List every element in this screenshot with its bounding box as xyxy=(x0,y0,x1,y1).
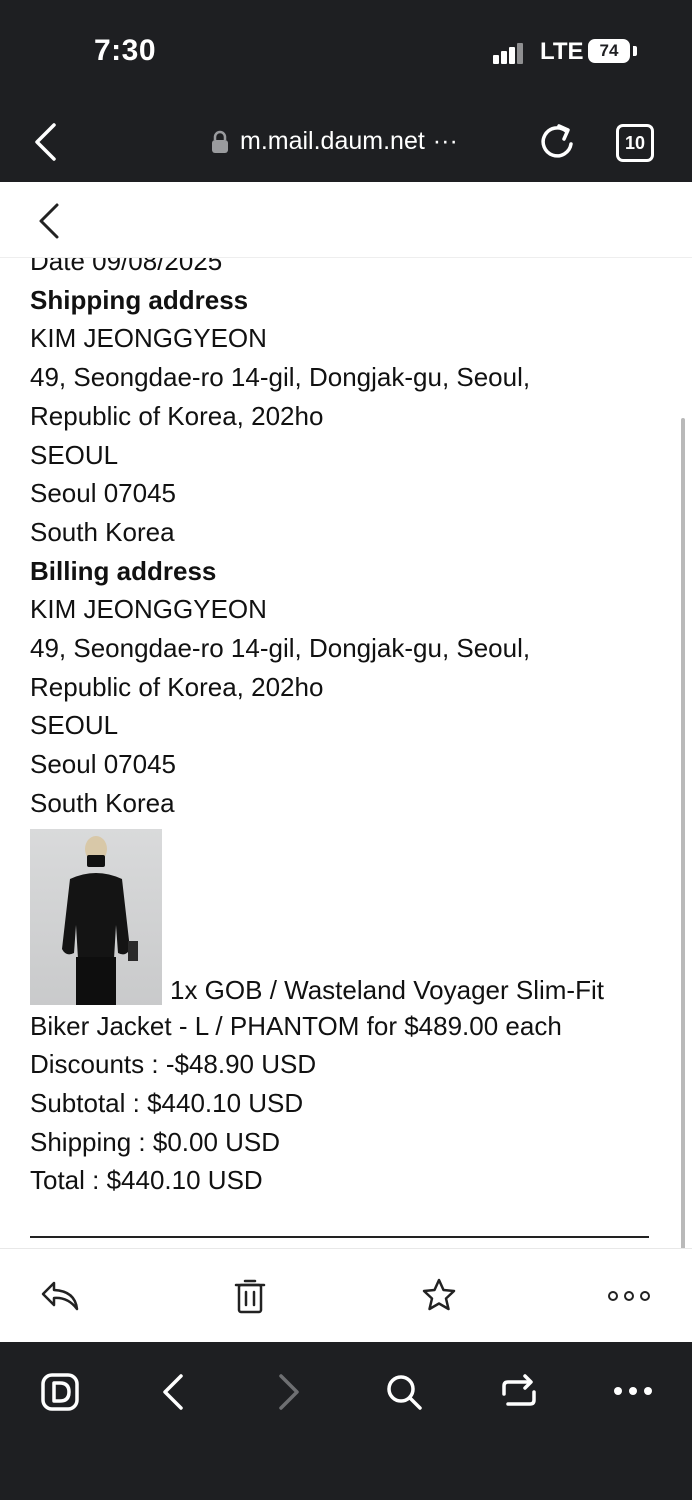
scrollbar[interactable] xyxy=(681,418,685,1256)
billing-line: KIM JEONGGYEON xyxy=(30,594,267,625)
shipping-line: 49, Seongdae-ro 14-gil, Dongjak-gu, Seou… xyxy=(30,362,531,393)
search-icon[interactable] xyxy=(384,1372,424,1412)
order-date: Date 09/08/2025 xyxy=(30,258,223,276)
billing-line: SEOUL xyxy=(30,710,119,741)
product-image[interactable] xyxy=(30,828,162,1005)
battery-icon: 74 xyxy=(588,39,630,63)
share-icon[interactable] xyxy=(498,1372,540,1412)
nav-forward-icon xyxy=(279,1374,299,1410)
billing-heading: Billing address xyxy=(30,555,217,586)
shipping-line: KIM JEONGGYEON xyxy=(30,323,267,354)
shipping-line: South Korea xyxy=(30,516,175,547)
mail-header xyxy=(0,182,692,258)
battery-nub xyxy=(633,46,637,56)
product-detail: Biker Jacket - L / PHANTOM for $489.00 e… xyxy=(30,1010,562,1041)
mail-back-icon[interactable] xyxy=(36,202,62,240)
status-bar: 7:30 LTE 74 xyxy=(0,0,692,100)
signal-icon xyxy=(493,42,525,64)
divider xyxy=(30,1236,649,1238)
lock-icon xyxy=(212,130,228,153)
subtotal-line: Subtotal : $440.10 USD xyxy=(30,1087,304,1118)
status-time: 7:30 xyxy=(94,34,157,67)
mail-action-bar xyxy=(0,1248,692,1342)
billing-line: 49, Seongdae-ro 14-gil, Dongjak-gu, Seou… xyxy=(30,633,531,664)
total-line: Total : $440.10 USD xyxy=(30,1165,263,1196)
url-text: m.mail.daum.net xyxy=(240,127,425,155)
more-icon[interactable] xyxy=(607,1289,651,1303)
shipping-line: SEOUL xyxy=(30,439,119,470)
shipping-line: Republic of Korea, 202ho xyxy=(30,400,324,431)
browser-bottom-bar xyxy=(0,1342,692,1500)
reply-icon[interactable] xyxy=(40,1279,80,1313)
back-icon[interactable] xyxy=(32,122,58,162)
trash-icon[interactable] xyxy=(233,1277,267,1315)
address-bar[interactable]: m.mail.daum.net ··· xyxy=(210,127,458,156)
shipping-heading: Shipping address xyxy=(30,284,249,315)
menu-more-icon[interactable] xyxy=(612,1385,654,1397)
shipping-cost-line: Shipping : $0.00 USD xyxy=(30,1126,281,1157)
nav-back-icon[interactable] xyxy=(160,1372,186,1412)
discounts-line: Discounts : -$48.90 USD xyxy=(30,1049,317,1080)
tabs-icon[interactable]: 10 xyxy=(616,124,654,162)
billing-line: Republic of Korea, 202ho xyxy=(30,671,324,702)
billing-line: Seoul 07045 xyxy=(30,749,177,780)
browser-toolbar: m.mail.daum.net ··· 10 xyxy=(0,100,692,182)
billing-line: South Korea xyxy=(30,787,175,818)
product-title: 1x GOB / Wasteland Voyager Slim-Fit xyxy=(170,974,604,1005)
daum-home-icon[interactable] xyxy=(40,1372,80,1412)
reload-icon[interactable] xyxy=(538,122,578,162)
shipping-line: Seoul 07045 xyxy=(30,478,177,509)
url-more[interactable]: ··· xyxy=(433,127,458,156)
star-icon[interactable] xyxy=(420,1277,458,1313)
network-type: LTE xyxy=(540,38,584,65)
product-row: 1x GOB / Wasteland Voyager Slim-Fit xyxy=(30,823,660,1005)
email-body: Date 09/08/2025 Shipping address KIM JEO… xyxy=(0,258,692,1248)
